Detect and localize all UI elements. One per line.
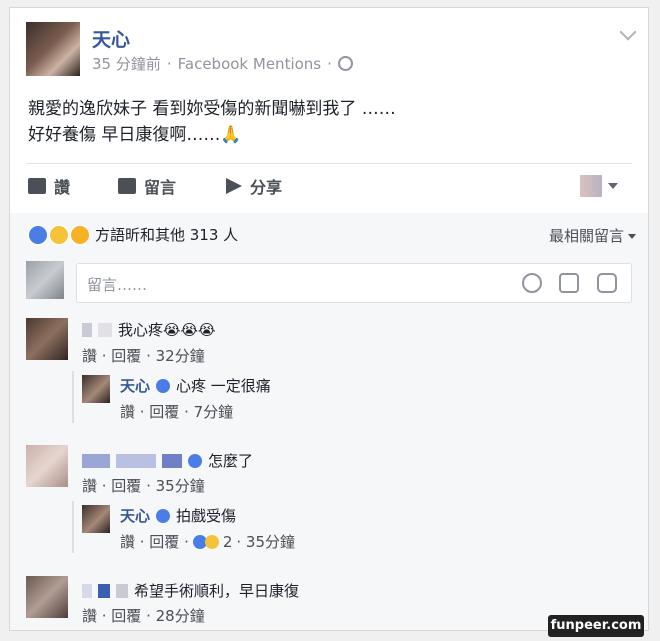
avatar[interactable]	[26, 445, 68, 487]
comment-actions[interactable]: 讚 · 回覆 · 32分鐘	[82, 345, 205, 366]
reply-text: 拍戲受傷	[176, 507, 237, 525]
post-source[interactable]: Facebook Mentions	[178, 55, 321, 73]
comment-button[interactable]: 留言	[118, 174, 176, 198]
commenter-name[interactable]	[82, 583, 92, 598]
comment-3: 希望手術順利，早日康復	[82, 580, 299, 601]
comment-sort-dropdown[interactable]: 最相關留言	[549, 225, 636, 246]
meta-separator: ·	[166, 54, 172, 73]
post-text-line-2: 好好養傷 早日康復啊……🙏	[28, 125, 242, 145]
meta-separator-2: ·	[327, 54, 332, 73]
verified-icon	[188, 453, 202, 468]
reply-actions[interactable]: 讚 · 回覆 · 7分鐘	[120, 401, 233, 422]
caret-down-icon	[628, 234, 636, 239]
sort-label: 最相關留言	[548, 227, 624, 245]
author-name[interactable]: 天心	[92, 25, 130, 52]
divider	[26, 163, 632, 164]
commenter-name[interactable]	[82, 453, 110, 468]
comment-text: 希望手術順利，早日康復	[134, 582, 300, 600]
avatar[interactable]	[82, 505, 110, 533]
avatar[interactable]	[26, 576, 68, 618]
avatar[interactable]	[26, 318, 68, 360]
reactions-text: 方語昕和其他 313 人	[95, 226, 239, 244]
post-timestamp[interactable]: 35 分鐘前	[92, 53, 161, 74]
share-arrow-icon	[226, 178, 242, 194]
chevron-down-icon[interactable]	[619, 23, 637, 41]
reply-actions-suffix: · 35分鐘	[236, 533, 296, 551]
commenter-name-2[interactable]	[98, 322, 112, 337]
thumbs-up-icon	[28, 178, 46, 194]
comment-actions[interactable]: 讚 · 回覆 · 35分鐘	[82, 475, 205, 496]
comment-label: 留言	[144, 178, 177, 197]
sad-reaction-icon	[49, 224, 69, 245]
comment-placeholder: 留言……	[87, 276, 148, 294]
post-meta: 35 分鐘前 · Facebook Mentions ·	[92, 53, 353, 74]
like-button[interactable]: 讚	[28, 174, 70, 198]
sticker-icon[interactable]	[597, 273, 617, 293]
commenter-name-3[interactable]	[162, 453, 182, 468]
reply-author[interactable]: 天心	[120, 375, 150, 396]
commenter-name-3[interactable]	[116, 583, 128, 598]
reply-1: 天心 心疼 一定很痛	[120, 375, 271, 396]
comment-2: 怎麼了	[82, 450, 253, 471]
post-body: 親愛的逸欣妹子 看到妳受傷的新聞嚇到我了 …… 好好養傷 早日康復啊……🙏	[28, 96, 396, 148]
avatar[interactable]	[82, 375, 110, 403]
reply-text: 心疼 一定很痛	[176, 377, 271, 395]
reply-actions-prefix[interactable]: 讚 · 回覆 ·	[120, 531, 189, 552]
globe-icon	[337, 56, 353, 71]
emoji-icon[interactable]	[522, 273, 542, 293]
comment-1: 我心疼😭😭😭	[82, 319, 216, 340]
share-label: 分享	[250, 178, 283, 197]
reply-thread-line	[72, 501, 74, 553]
reply-2: 天心 拍戲受傷	[120, 505, 236, 526]
comment-text: 怎麼了	[208, 452, 254, 470]
speech-bubble-icon	[118, 178, 136, 194]
viewer-avatar[interactable]	[580, 175, 602, 197]
like-label: 讚	[54, 178, 71, 197]
post-card: 天心 35 分鐘前 · Facebook Mentions · 親愛的逸欣妹子 …	[9, 7, 649, 631]
sad-reaction-icon	[204, 534, 219, 549]
reply-thread-line	[72, 371, 74, 423]
comment-input[interactable]: 留言……	[76, 263, 632, 303]
reactions-summary[interactable]: 方語昕和其他 313 人	[28, 224, 238, 245]
watermark: funpeer.com	[548, 615, 644, 637]
reply-actions: 讚 · 回覆 · 2 · 35分鐘	[120, 531, 295, 552]
avatar	[26, 261, 64, 299]
camera-icon[interactable]	[559, 273, 579, 293]
verified-icon	[156, 508, 171, 523]
caret-down-icon[interactable]	[608, 183, 618, 189]
commenter-name[interactable]	[82, 322, 92, 337]
reply-author[interactable]: 天心	[120, 505, 150, 526]
verified-icon	[156, 378, 171, 393]
author-avatar[interactable]	[26, 22, 80, 76]
commenter-name-2[interactable]	[98, 583, 110, 598]
wow-reaction-icon	[70, 224, 90, 245]
share-button[interactable]: 分享	[226, 174, 282, 198]
comment-actions[interactable]: 讚 · 回覆 · 28分鐘	[82, 605, 205, 626]
comment-text: 我心疼😭😭😭	[118, 321, 216, 339]
reaction-count[interactable]: 2	[223, 533, 233, 551]
commenter-name-2[interactable]	[116, 453, 156, 468]
like-reaction-icon	[28, 224, 48, 245]
post-text-line-1: 親愛的逸欣妹子 看到妳受傷的新聞嚇到我了 ……	[28, 99, 396, 119]
